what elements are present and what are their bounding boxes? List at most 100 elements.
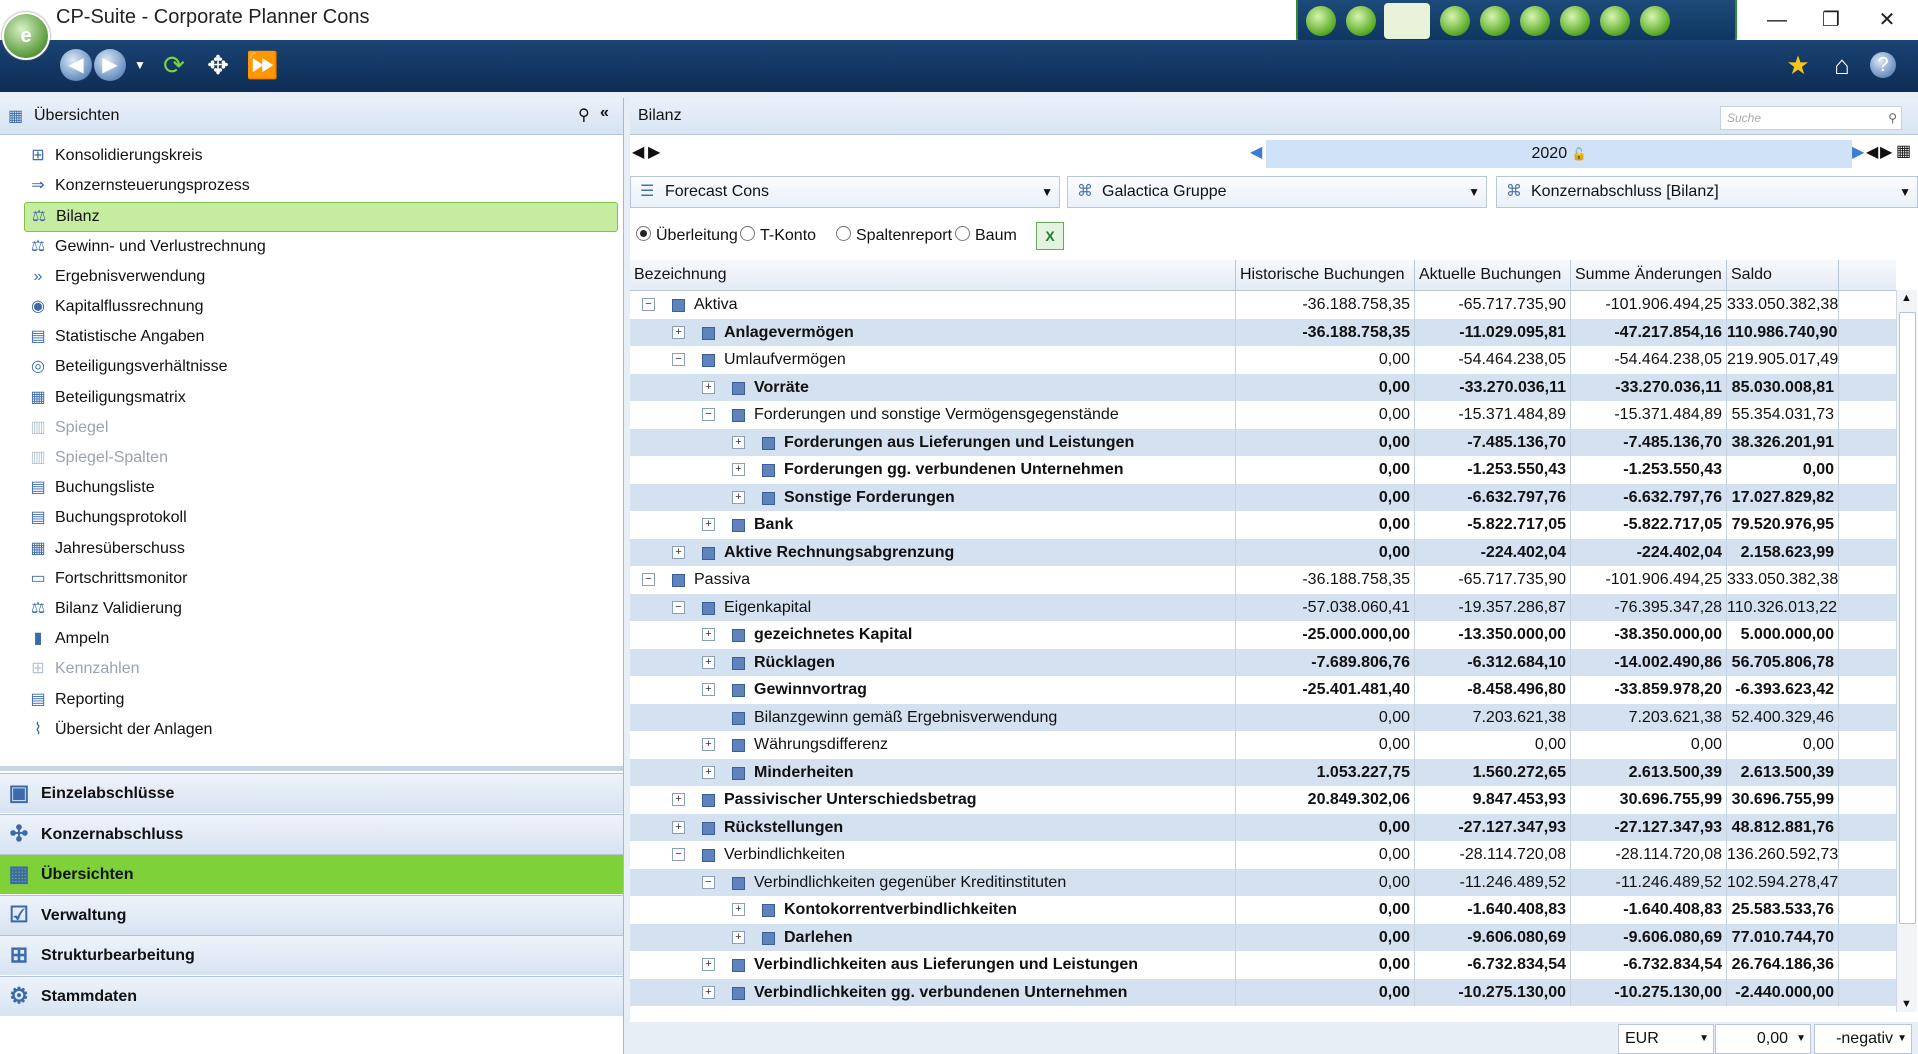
sidebar-item-gewinn-und-verlustrechnung[interactable]: ⚖ Gewinn- und Verlustrechnung — [24, 233, 616, 261]
collapse-toggle-icon[interactable]: − — [642, 298, 655, 311]
table-row[interactable]: + gezeichnetes Kapital -25.000.000,00 -13.3… — [630, 621, 1896, 649]
sidebar-item-beteiligungsverhältnisse[interactable]: ◎ Beteiligungsverhältnisse — [24, 353, 616, 381]
sidebar-item-spiegel-spalten[interactable]: ▥ Spiegel-Spalten — [24, 444, 616, 472]
expand-toggle-icon[interactable]: + — [702, 765, 715, 779]
minimize-button[interactable]: — — [1754, 6, 1800, 34]
scenario-dropdown[interactable]: ☰ Forecast Cons ▼ — [630, 176, 1060, 208]
table-row[interactable]: + Gewinnvortrag -25.401.481,40 -8.458.496,8… — [630, 676, 1896, 704]
section-verwaltung[interactable]: ☑ Verwaltung — [0, 894, 623, 935]
money-icon[interactable] — [1440, 6, 1470, 36]
sidebar-item-kapitalflussrechnung[interactable]: ◉ Kapitalflussrechnung — [24, 293, 616, 321]
report-dropdown[interactable]: ⌘ Konzernabschluss [Bilanz] ▼ — [1496, 176, 1918, 208]
expand-toggle-icon[interactable]: + — [702, 655, 715, 669]
expand-toggle-icon[interactable]: + — [732, 903, 745, 916]
sidebar-item-übersicht-der-anlagen[interactable]: ⌇ Übersicht der Anlagen — [24, 716, 616, 744]
expand-toggle-icon[interactable]: + — [672, 545, 685, 559]
expand-toggle-icon[interactable]: + — [702, 958, 715, 971]
expand-toggle-icon[interactable]: + — [702, 518, 715, 531]
section-strukturbearbeitung[interactable]: ⊞ Strukturbearbeitung — [0, 935, 623, 975]
table-row[interactable]: − Passiva -36.188.758,35 -65.717.735,90 -101… — [630, 566, 1896, 594]
scroll-up-icon[interactable]: ▲ — [1901, 292, 1912, 304]
cycle-icon[interactable] — [1520, 6, 1550, 36]
year-prev-icon[interactable]: ◀ — [1866, 142, 1878, 162]
table-row[interactable]: + Verbindlichkeiten aus Lieferungen und L… — [630, 951, 1896, 979]
gears-icon[interactable] — [1560, 6, 1590, 36]
company-dropdown[interactable]: ⌘ Galactica Gruppe ▼ — [1067, 176, 1487, 208]
range-start-handle-icon[interactable]: ◀ — [1250, 142, 1262, 162]
table-row[interactable]: − Verbindlichkeiten gegenüber Kreditinsti… — [630, 868, 1896, 896]
network-icon[interactable] — [1346, 6, 1376, 36]
navigate-forward-icon[interactable]: ⏩ — [246, 49, 278, 81]
compass-icon[interactable] — [1600, 6, 1630, 36]
table-row[interactable]: + Sonstige Forderungen 0,00 -6.632.797,76 -6… — [630, 483, 1896, 511]
sidebar-item-ampeln[interactable]: ▮ Ampeln — [24, 625, 616, 653]
sidebar-item-statistische-angaben[interactable]: ▤ Statistische Angaben — [24, 323, 616, 351]
app-logo-icon[interactable]: e — [2, 12, 50, 60]
table-row[interactable]: Bilanzgewinn gemäß Ergebnisverwendung 0,0… — [630, 703, 1896, 731]
search-input[interactable]: Suche ⚲ — [1720, 106, 1902, 130]
expand-toggle-icon[interactable]: + — [672, 325, 685, 339]
favorites-star-icon[interactable]: ★ — [1782, 49, 1814, 81]
excel-export-icon[interactable]: X — [1036, 222, 1064, 250]
vertical-scrollbar[interactable]: ▲ ▼ — [1896, 290, 1917, 1012]
panel-splitter[interactable] — [0, 766, 623, 771]
expand-toggle-icon[interactable]: + — [732, 930, 745, 944]
expand-toggle-icon[interactable]: + — [702, 738, 715, 751]
sidebar-item-bilanz-validierung[interactable]: ⚖ Bilanz Validierung — [24, 595, 616, 623]
collapse-panel-icon[interactable]: « — [600, 104, 609, 122]
move-icon[interactable]: ✥ — [202, 49, 234, 81]
table-row[interactable]: + Forderungen aus Lieferungen und Leistun… — [630, 428, 1896, 456]
globe-icon[interactable] — [1480, 6, 1510, 36]
expand-toggle-icon[interactable]: + — [702, 628, 715, 641]
table-row[interactable]: + Kontokorrentverbindlichkeiten 0,00 -1.640… — [630, 896, 1896, 924]
history-dropdown-icon[interactable]: ▼ — [124, 49, 156, 81]
close-button[interactable]: ✕ — [1864, 6, 1910, 34]
home-icon[interactable]: ⌂ — [1826, 49, 1858, 81]
back-icon[interactable]: ◀ — [60, 49, 92, 81]
sidebar-item-buchungsliste[interactable]: ▤ Buchungsliste — [24, 474, 616, 502]
section-einzelabschlüsse[interactable]: ▣ Einzelabschlüsse — [0, 773, 623, 813]
scroll-down-icon[interactable]: ▼ — [1901, 998, 1912, 1010]
table-row[interactable]: − Forderungen und sonstige Vermögensgegen… — [630, 401, 1896, 429]
table-row[interactable]: + Bank 0,00 -5.822.717,05 -5.822.717,05 79.52… — [630, 511, 1896, 539]
table-row[interactable]: + Rückstellungen 0,00 -27.127.347,93 -27.127… — [630, 813, 1896, 841]
table-row[interactable]: − Umlaufvermögen 0,00 -54.464.238,05 -54.464… — [630, 346, 1896, 374]
collapse-toggle-icon[interactable]: − — [702, 408, 715, 421]
sidebar-item-buchungsprotokoll[interactable]: ▤ Buchungsprotokoll — [24, 504, 616, 532]
scrollbar-thumb[interactable] — [1899, 312, 1916, 924]
collapse-toggle-icon[interactable]: − — [672, 353, 685, 366]
number-format-select[interactable]: 0,00 ▼ — [1715, 1024, 1811, 1054]
negative-format-select[interactable]: -negativ ▼ — [1814, 1024, 1912, 1054]
table-row[interactable]: + Rücklagen -7.689.806,76 -6.312.684,10 -14.… — [630, 648, 1896, 676]
sidebar-item-konsolidierungskreis[interactable]: ⊞ Konsolidierungskreis — [24, 142, 616, 170]
collapse-toggle-icon[interactable]: − — [642, 573, 655, 586]
period-prev-icon[interactable]: ◀ — [632, 142, 644, 162]
table-row[interactable]: + Minderheiten 1.053.227,75 1.560.272,65 2.6… — [630, 758, 1896, 786]
view-mode-überleitung-radio[interactable]: Überleitung — [636, 226, 738, 245]
view-mode-t-konto-radio[interactable]: T-Konto — [740, 226, 816, 245]
sidebar-item-ergebnisverwendung[interactable]: » Ergebnisverwendung — [24, 263, 616, 291]
year-next-icon[interactable]: ▶ — [1880, 142, 1892, 162]
year-selector[interactable]: 2020 🔓 — [1266, 140, 1852, 168]
table-row[interactable]: − Eigenkapital -57.038.060,41 -19.357.286,8… — [630, 593, 1896, 621]
column-header-historical[interactable]: Historische Buchungen — [1236, 260, 1415, 290]
table-row[interactable]: − Aktiva -36.188.758,35 -65.717.735,90 -101.… — [630, 291, 1896, 319]
sidebar-item-spiegel[interactable]: ▥ Spiegel — [24, 414, 616, 442]
sidebar-item-fortschrittsmonitor[interactable]: ▭ Fortschrittsmonitor — [24, 565, 616, 593]
dashboard-icon[interactable] — [1306, 6, 1336, 36]
collapse-toggle-icon[interactable]: − — [672, 848, 685, 861]
table-row[interactable]: + Vorräte 0,00 -33.270.036,11 -33.270.036,11… — [630, 373, 1896, 401]
period-next-icon[interactable]: ▶ — [648, 142, 660, 162]
sidebar-item-bilanz[interactable]: ⚖ Bilanz — [24, 202, 618, 233]
calendar-icon[interactable]: ▦ — [1896, 141, 1911, 161]
expand-toggle-icon[interactable]: + — [702, 683, 715, 696]
collapse-toggle-icon[interactable]: − — [672, 600, 685, 614]
expand-toggle-icon[interactable]: + — [732, 490, 745, 504]
expand-toggle-icon[interactable]: + — [702, 985, 715, 999]
section-stammdaten[interactable]: ⚙ Stammdaten — [0, 975, 623, 1016]
sidebar-item-konzernsteuerungsprozess[interactable]: ⇒ Konzernsteuerungsprozess — [24, 172, 616, 200]
expand-toggle-icon[interactable]: + — [672, 793, 685, 806]
view-mode-spaltenreport-radio[interactable]: Spaltenreport — [836, 226, 952, 245]
table-row[interactable]: + Währungsdifferenz 0,00 0,00 0,00 0,00 — [630, 731, 1896, 759]
column-header-changes[interactable]: Summe Änderungen — [1571, 260, 1727, 290]
